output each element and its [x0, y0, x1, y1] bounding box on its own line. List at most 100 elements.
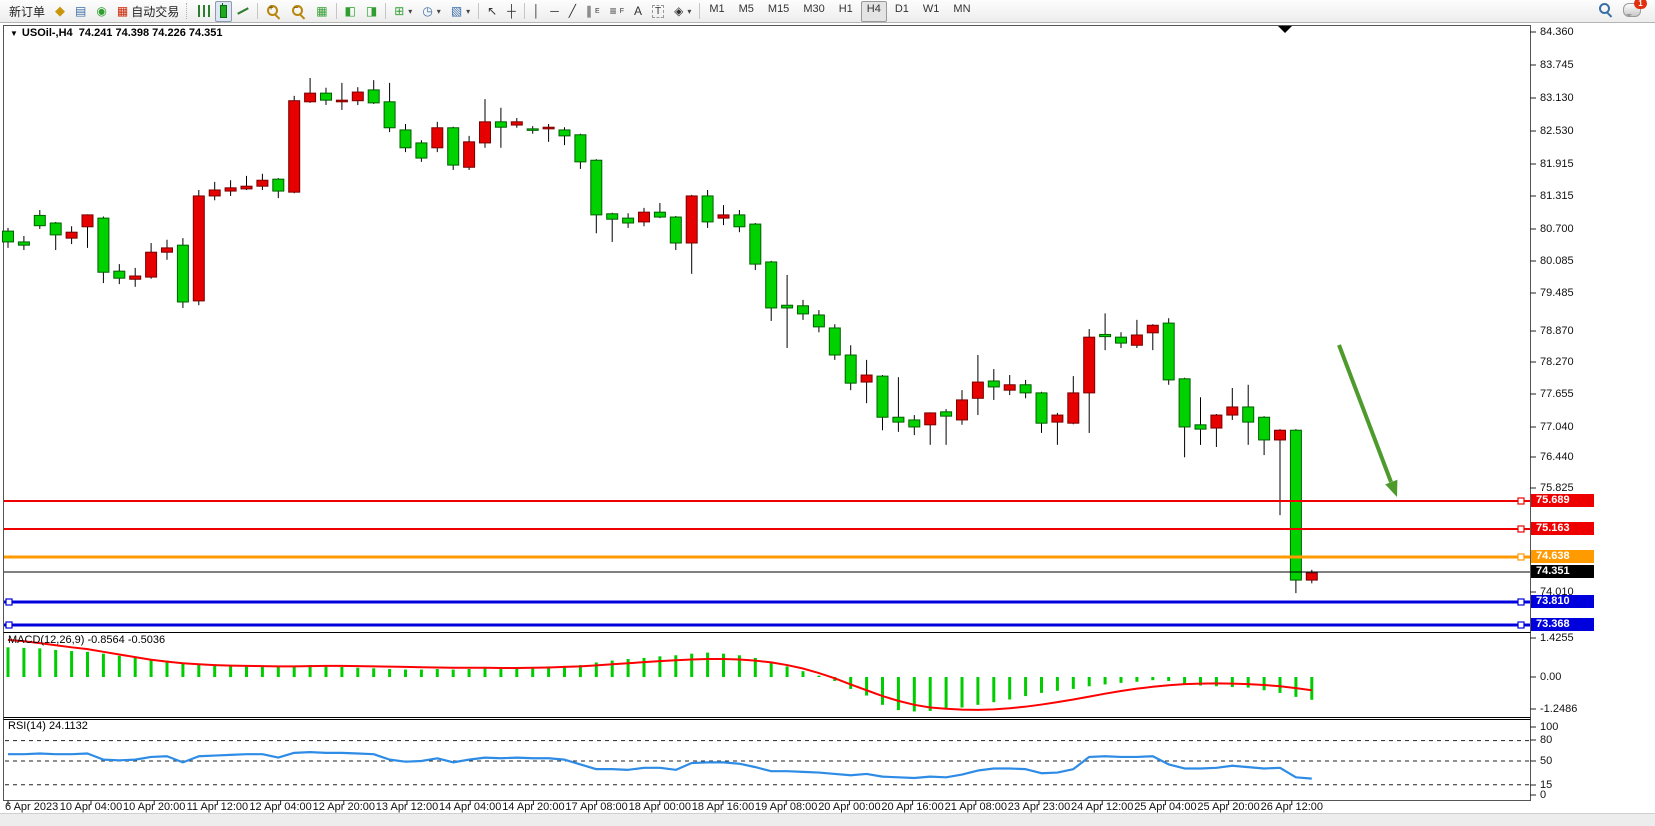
candle-body [336, 100, 347, 102]
macd-histogram-bar [102, 654, 105, 677]
candle-body [241, 186, 252, 189]
chart-canvas[interactable] [0, 0, 1655, 826]
macd-histogram-bar [213, 664, 216, 677]
candle-body [1004, 385, 1015, 390]
candle-body [305, 93, 316, 102]
candle-body [18, 242, 29, 245]
candle-body [718, 215, 729, 218]
macd-histogram-bar [70, 651, 73, 677]
candle-body [34, 215, 45, 225]
candle-body [321, 93, 332, 100]
macd-histogram-bar [1008, 677, 1011, 700]
macd-histogram-bar [722, 654, 725, 677]
macd-histogram-bar [293, 666, 296, 677]
symbol-info: ▼USOil-,H4 74.241 74.398 74.226 74.351 [10, 27, 223, 39]
macd-histogram-bar [436, 669, 439, 677]
candle-body [511, 122, 522, 125]
candle-body [813, 315, 824, 327]
candle-body [464, 142, 475, 167]
macd-histogram-bar [1135, 677, 1138, 682]
candle-body [861, 375, 872, 382]
candle-body [193, 196, 204, 301]
candle-body [686, 196, 697, 243]
candle-body [766, 262, 777, 308]
candle-body [400, 130, 411, 148]
macd-histogram-bar [372, 668, 375, 677]
candle-body [177, 245, 188, 302]
macd-histogram-bar [134, 658, 137, 677]
macd-histogram-bar [356, 668, 359, 677]
candle-body [527, 129, 538, 131]
macd-histogram-bar [118, 656, 121, 677]
macd-histogram-bar [38, 648, 41, 677]
macd-histogram-bar [245, 665, 248, 677]
macd-histogram-bar [7, 647, 10, 677]
candle-body [50, 223, 61, 235]
macd-histogram-bar [452, 670, 455, 677]
macd-histogram-bar [643, 658, 646, 677]
candle-body [273, 179, 284, 191]
candle-body [209, 190, 220, 196]
macd-histogram-bar [961, 677, 964, 707]
macd-histogram-bar [611, 661, 614, 677]
candle-body [1195, 425, 1206, 429]
candle-body [416, 143, 427, 158]
macd-histogram-bar [181, 662, 184, 677]
candle-body [893, 417, 904, 422]
macd-histogram-bar [325, 666, 328, 677]
macd-histogram-bar [229, 665, 232, 677]
macd-histogram-bar [690, 654, 693, 677]
macd-histogram-bar [1040, 677, 1043, 693]
candle-body [845, 355, 856, 383]
candle-body [1243, 407, 1254, 422]
candle-body [670, 217, 681, 243]
candle-body [114, 271, 125, 278]
macd-histogram-bar [515, 669, 518, 677]
macd-histogram-bar [674, 655, 677, 677]
macd-histogram-bar [54, 650, 57, 677]
macd-histogram-bar [340, 667, 343, 677]
candle-body [1020, 385, 1031, 393]
macd-histogram-bar [1279, 677, 1282, 693]
macd-indicator-label: MACD(12,26,9) -0.8564 -0.5036 [8, 634, 165, 646]
candle-body [1131, 335, 1142, 345]
candle-body [1100, 334, 1111, 336]
candle-body [448, 128, 459, 165]
ohlc-values: 74.241 74.398 74.226 74.351 [79, 27, 223, 39]
candle-body [654, 212, 665, 217]
macd-histogram-bar [1294, 677, 1297, 697]
candle-body [1163, 323, 1174, 380]
candle-body [1179, 379, 1190, 427]
candle-body [798, 306, 809, 314]
candle-body [1259, 417, 1270, 440]
macd-histogram-bar [627, 659, 630, 677]
macd-histogram-bar [1263, 677, 1266, 690]
macd-histogram-bar [404, 670, 407, 677]
macd-histogram-bar [1104, 677, 1107, 684]
macd-histogram-bar [197, 664, 200, 677]
macd-histogram-bar [277, 666, 280, 677]
macd-histogram-bar [1151, 677, 1154, 680]
candle-body [607, 214, 618, 219]
macd-histogram-bar [786, 666, 789, 677]
macd-histogram-bar [1215, 677, 1218, 686]
candle-body [432, 128, 443, 148]
candle-body [988, 381, 999, 387]
candle-body [368, 90, 379, 103]
macd-histogram-bar [929, 677, 932, 711]
macd-histogram-bar [1310, 677, 1313, 700]
macd-histogram-bar [166, 661, 169, 677]
candle-body [1084, 337, 1095, 393]
macd-histogram-bar [86, 652, 89, 677]
candle-body [82, 215, 93, 227]
candle-body [352, 92, 363, 101]
candle-body [909, 420, 920, 427]
macd-histogram-bar [945, 677, 948, 709]
macd-histogram-bar [1024, 677, 1027, 696]
candle-body [591, 160, 602, 215]
candle-body [639, 212, 650, 222]
macd-histogram-bar [881, 677, 884, 705]
candle-body [130, 276, 141, 279]
candle-body [3, 231, 14, 242]
line-handle [1518, 622, 1524, 628]
